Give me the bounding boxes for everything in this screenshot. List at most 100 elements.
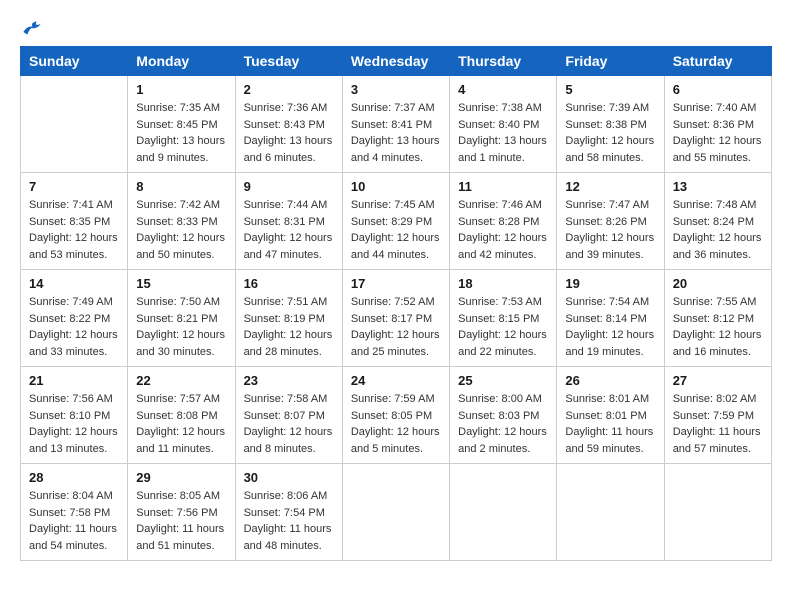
day-info: Sunrise: 7:36 AM Sunset: 8:43 PM Dayligh… bbox=[244, 100, 334, 166]
header-cell-friday: Friday bbox=[557, 47, 664, 76]
day-info: Sunrise: 8:05 AM Sunset: 7:56 PM Dayligh… bbox=[136, 488, 226, 554]
day-info: Sunrise: 7:41 AM Sunset: 8:35 PM Dayligh… bbox=[29, 197, 119, 263]
day-number: 25 bbox=[458, 373, 548, 388]
day-cell bbox=[450, 464, 557, 561]
day-number: 17 bbox=[351, 276, 441, 291]
day-number: 27 bbox=[673, 373, 763, 388]
header-cell-thursday: Thursday bbox=[450, 47, 557, 76]
day-number: 7 bbox=[29, 179, 119, 194]
day-cell: 20 Sunrise: 7:55 AM Sunset: 8:12 PM Dayli… bbox=[664, 270, 771, 367]
day-number: 8 bbox=[136, 179, 226, 194]
day-number: 6 bbox=[673, 82, 763, 97]
day-info: Sunrise: 7:52 AM Sunset: 8:17 PM Dayligh… bbox=[351, 294, 441, 360]
logo-bird-icon bbox=[22, 20, 42, 36]
day-number: 18 bbox=[458, 276, 548, 291]
day-cell: 29 Sunrise: 8:05 AM Sunset: 7:56 PM Dayli… bbox=[128, 464, 235, 561]
day-info: Sunrise: 7:49 AM Sunset: 8:22 PM Dayligh… bbox=[29, 294, 119, 360]
day-cell: 21 Sunrise: 7:56 AM Sunset: 8:10 PM Dayli… bbox=[21, 367, 128, 464]
day-number: 5 bbox=[565, 82, 655, 97]
day-cell: 5 Sunrise: 7:39 AM Sunset: 8:38 PM Daylig… bbox=[557, 76, 664, 173]
calendar-table: SundayMondayTuesdayWednesdayThursdayFrid… bbox=[20, 46, 772, 561]
day-info: Sunrise: 8:04 AM Sunset: 7:58 PM Dayligh… bbox=[29, 488, 119, 554]
day-number: 21 bbox=[29, 373, 119, 388]
week-row-5: 28Sunrise: 8:04 AM Sunset: 7:58 PM Dayli… bbox=[21, 464, 772, 561]
day-cell: 22Sunrise: 7:57 AM Sunset: 8:08 PM Dayli… bbox=[128, 367, 235, 464]
header-row: SundayMondayTuesdayWednesdayThursdayFrid… bbox=[21, 47, 772, 76]
day-cell: 9Sunrise: 7:44 AM Sunset: 8:31 PM Daylig… bbox=[235, 173, 342, 270]
day-info: Sunrise: 8:02 AM Sunset: 7:59 PM Dayligh… bbox=[673, 391, 763, 457]
header-cell-monday: Monday bbox=[128, 47, 235, 76]
logo bbox=[20, 20, 42, 36]
calendar-body: 1 Sunrise: 7:35 AM Sunset: 8:45 PM Daylig… bbox=[21, 76, 772, 561]
day-number: 16 bbox=[244, 276, 334, 291]
day-cell: 13 Sunrise: 7:48 AM Sunset: 8:24 PM Dayli… bbox=[664, 173, 771, 270]
day-cell: 23Sunrise: 7:58 AM Sunset: 8:07 PM Dayli… bbox=[235, 367, 342, 464]
day-number: 30 bbox=[244, 470, 334, 485]
day-cell: 27 Sunrise: 8:02 AM Sunset: 7:59 PM Dayli… bbox=[664, 367, 771, 464]
day-cell: 15 Sunrise: 7:50 AM Sunset: 8:21 PM Dayli… bbox=[128, 270, 235, 367]
day-number: 11 bbox=[458, 179, 548, 194]
day-info: Sunrise: 7:59 AM Sunset: 8:05 PM Dayligh… bbox=[351, 391, 441, 457]
day-cell: 28Sunrise: 8:04 AM Sunset: 7:58 PM Dayli… bbox=[21, 464, 128, 561]
day-info: Sunrise: 7:40 AM Sunset: 8:36 PM Dayligh… bbox=[673, 100, 763, 166]
day-info: Sunrise: 7:55 AM Sunset: 8:12 PM Dayligh… bbox=[673, 294, 763, 360]
day-cell bbox=[21, 76, 128, 173]
day-cell: 2 Sunrise: 7:36 AM Sunset: 8:43 PM Daylig… bbox=[235, 76, 342, 173]
day-cell: 16 Sunrise: 7:51 AM Sunset: 8:19 PM Dayli… bbox=[235, 270, 342, 367]
day-cell: 1 Sunrise: 7:35 AM Sunset: 8:45 PM Daylig… bbox=[128, 76, 235, 173]
day-cell bbox=[557, 464, 664, 561]
day-info: Sunrise: 7:35 AM Sunset: 8:45 PM Dayligh… bbox=[136, 100, 226, 166]
day-info: Sunrise: 7:58 AM Sunset: 8:07 PM Dayligh… bbox=[244, 391, 334, 457]
day-cell: 8 Sunrise: 7:42 AM Sunset: 8:33 PM Daylig… bbox=[128, 173, 235, 270]
day-number: 1 bbox=[136, 82, 226, 97]
day-info: Sunrise: 7:53 AM Sunset: 8:15 PM Dayligh… bbox=[458, 294, 548, 360]
day-cell: 26 Sunrise: 8:01 AM Sunset: 8:01 PM Dayli… bbox=[557, 367, 664, 464]
day-cell: 17 Sunrise: 7:52 AM Sunset: 8:17 PM Dayli… bbox=[342, 270, 449, 367]
day-info: Sunrise: 7:45 AM Sunset: 8:29 PM Dayligh… bbox=[351, 197, 441, 263]
day-number: 2 bbox=[244, 82, 334, 97]
day-number: 13 bbox=[673, 179, 763, 194]
week-row-4: 21 Sunrise: 7:56 AM Sunset: 8:10 PM Dayli… bbox=[21, 367, 772, 464]
day-info: Sunrise: 7:44 AM Sunset: 8:31 PM Dayligh… bbox=[244, 197, 334, 263]
day-number: 20 bbox=[673, 276, 763, 291]
day-info: Sunrise: 7:57 AM Sunset: 8:08 PM Dayligh… bbox=[136, 391, 226, 457]
day-number: 15 bbox=[136, 276, 226, 291]
day-number: 26 bbox=[565, 373, 655, 388]
day-number: 3 bbox=[351, 82, 441, 97]
day-info: Sunrise: 7:48 AM Sunset: 8:24 PM Dayligh… bbox=[673, 197, 763, 263]
day-info: Sunrise: 7:39 AM Sunset: 8:38 PM Dayligh… bbox=[565, 100, 655, 166]
calendar-header: SundayMondayTuesdayWednesdayThursdayFrid… bbox=[21, 47, 772, 76]
day-info: Sunrise: 8:01 AM Sunset: 8:01 PM Dayligh… bbox=[565, 391, 655, 457]
week-row-1: 1 Sunrise: 7:35 AM Sunset: 8:45 PM Daylig… bbox=[21, 76, 772, 173]
day-cell: 30Sunrise: 8:06 AM Sunset: 7:54 PM Dayli… bbox=[235, 464, 342, 561]
day-info: Sunrise: 7:51 AM Sunset: 8:19 PM Dayligh… bbox=[244, 294, 334, 360]
day-cell: 6 Sunrise: 7:40 AM Sunset: 8:36 PM Daylig… bbox=[664, 76, 771, 173]
header-cell-tuesday: Tuesday bbox=[235, 47, 342, 76]
page-header bbox=[20, 20, 772, 36]
week-row-2: 7 Sunrise: 7:41 AM Sunset: 8:35 PM Daylig… bbox=[21, 173, 772, 270]
week-row-3: 14Sunrise: 7:49 AM Sunset: 8:22 PM Dayli… bbox=[21, 270, 772, 367]
day-cell: 7 Sunrise: 7:41 AM Sunset: 8:35 PM Daylig… bbox=[21, 173, 128, 270]
header-cell-saturday: Saturday bbox=[664, 47, 771, 76]
day-cell: 18 Sunrise: 7:53 AM Sunset: 8:15 PM Dayli… bbox=[450, 270, 557, 367]
day-number: 12 bbox=[565, 179, 655, 194]
day-cell: 24 Sunrise: 7:59 AM Sunset: 8:05 PM Dayli… bbox=[342, 367, 449, 464]
day-info: Sunrise: 7:42 AM Sunset: 8:33 PM Dayligh… bbox=[136, 197, 226, 263]
day-cell: 19 Sunrise: 7:54 AM Sunset: 8:14 PM Dayli… bbox=[557, 270, 664, 367]
day-info: Sunrise: 7:37 AM Sunset: 8:41 PM Dayligh… bbox=[351, 100, 441, 166]
header-cell-sunday: Sunday bbox=[21, 47, 128, 76]
day-cell: 10Sunrise: 7:45 AM Sunset: 8:29 PM Dayli… bbox=[342, 173, 449, 270]
header-cell-wednesday: Wednesday bbox=[342, 47, 449, 76]
day-info: Sunrise: 7:50 AM Sunset: 8:21 PM Dayligh… bbox=[136, 294, 226, 360]
day-cell: 11 Sunrise: 7:46 AM Sunset: 8:28 PM Dayli… bbox=[450, 173, 557, 270]
day-info: Sunrise: 8:00 AM Sunset: 8:03 PM Dayligh… bbox=[458, 391, 548, 457]
day-number: 19 bbox=[565, 276, 655, 291]
day-info: Sunrise: 7:54 AM Sunset: 8:14 PM Dayligh… bbox=[565, 294, 655, 360]
day-cell: 12Sunrise: 7:47 AM Sunset: 8:26 PM Dayli… bbox=[557, 173, 664, 270]
day-number: 24 bbox=[351, 373, 441, 388]
day-info: Sunrise: 7:46 AM Sunset: 8:28 PM Dayligh… bbox=[458, 197, 548, 263]
day-cell: 3 Sunrise: 7:37 AM Sunset: 8:41 PM Daylig… bbox=[342, 76, 449, 173]
day-cell bbox=[664, 464, 771, 561]
day-number: 29 bbox=[136, 470, 226, 485]
day-info: Sunrise: 7:56 AM Sunset: 8:10 PM Dayligh… bbox=[29, 391, 119, 457]
